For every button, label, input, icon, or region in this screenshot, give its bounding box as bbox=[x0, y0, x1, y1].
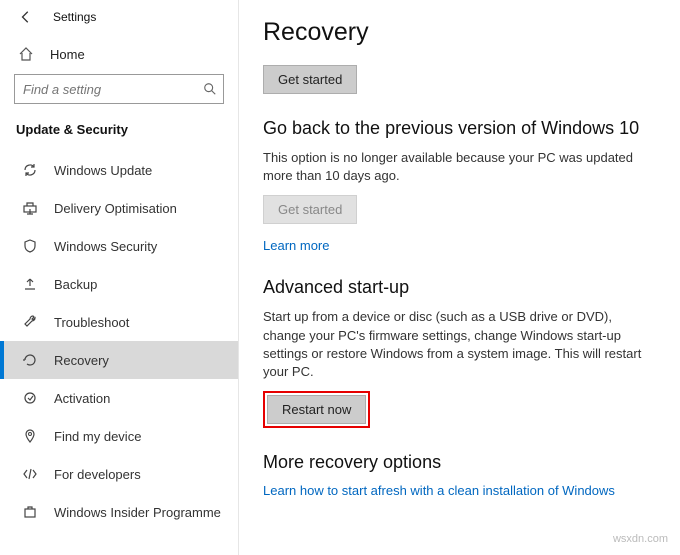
watermark: wsxdn.com bbox=[613, 533, 668, 545]
sidebar-nav: Windows Update Delivery Optimisation Win… bbox=[0, 151, 238, 531]
clean-install-link[interactable]: Learn how to start afresh with a clean i… bbox=[263, 483, 615, 498]
developers-icon bbox=[22, 466, 38, 482]
main-content: Recovery Get started Go back to the prev… bbox=[239, 0, 680, 555]
titlebar: Settings bbox=[0, 10, 238, 38]
location-icon bbox=[22, 428, 38, 444]
restart-now-highlight: Restart now bbox=[263, 391, 370, 428]
sync-icon bbox=[22, 162, 38, 178]
home-link[interactable]: Home bbox=[0, 38, 238, 74]
sidebar-item-label: Windows Insider Programme bbox=[54, 505, 221, 520]
sidebar-item-label: Backup bbox=[54, 277, 97, 292]
insider-icon bbox=[22, 504, 38, 520]
delivery-icon bbox=[22, 200, 38, 216]
search-input[interactable] bbox=[23, 82, 203, 97]
get-started-button[interactable]: Get started bbox=[263, 65, 357, 94]
sidebar-item-windows-update[interactable]: Windows Update bbox=[0, 151, 238, 189]
sidebar-item-backup[interactable]: Backup bbox=[0, 265, 238, 303]
search-input-wrap[interactable] bbox=[14, 74, 224, 104]
search-icon bbox=[203, 82, 217, 96]
sidebar-item-label: Activation bbox=[54, 391, 110, 406]
recovery-icon bbox=[22, 352, 38, 368]
sidebar-item-recovery[interactable]: Recovery bbox=[0, 341, 238, 379]
sidebar: Settings Home Update & Security Windows … bbox=[0, 0, 239, 555]
sidebar-item-label: Find my device bbox=[54, 429, 141, 444]
sidebar-item-label: Recovery bbox=[54, 353, 109, 368]
sidebar-item-troubleshoot[interactable]: Troubleshoot bbox=[0, 303, 238, 341]
restart-now-button[interactable]: Restart now bbox=[267, 395, 366, 424]
sidebar-item-find-my-device[interactable]: Find my device bbox=[0, 417, 238, 455]
goback-body: This option is no longer available becau… bbox=[263, 149, 643, 185]
more-recovery-heading: More recovery options bbox=[263, 452, 656, 473]
back-arrow-icon[interactable] bbox=[19, 10, 33, 24]
page-title: Recovery bbox=[263, 18, 656, 47]
sidebar-section-header: Update & Security bbox=[0, 118, 238, 151]
home-label: Home bbox=[50, 47, 85, 62]
advanced-body: Start up from a device or disc (such as … bbox=[263, 308, 643, 381]
sidebar-item-label: Troubleshoot bbox=[54, 315, 129, 330]
sidebar-item-label: Windows Update bbox=[54, 163, 152, 178]
sidebar-item-label: Windows Security bbox=[54, 239, 157, 254]
shield-icon bbox=[22, 238, 38, 254]
advanced-heading: Advanced start-up bbox=[263, 277, 656, 298]
wrench-icon bbox=[22, 314, 38, 330]
titlebar-label: Settings bbox=[53, 10, 96, 24]
sidebar-item-label: For developers bbox=[54, 467, 141, 482]
sidebar-item-activation[interactable]: Activation bbox=[0, 379, 238, 417]
home-icon bbox=[18, 46, 34, 62]
learn-more-link[interactable]: Learn more bbox=[263, 238, 329, 253]
goback-heading: Go back to the previous version of Windo… bbox=[263, 118, 656, 139]
backup-icon bbox=[22, 276, 38, 292]
activation-icon bbox=[22, 390, 38, 406]
sidebar-item-label: Delivery Optimisation bbox=[54, 201, 177, 216]
sidebar-item-windows-security[interactable]: Windows Security bbox=[0, 227, 238, 265]
sidebar-item-delivery-optimisation[interactable]: Delivery Optimisation bbox=[0, 189, 238, 227]
sidebar-item-insider-programme[interactable]: Windows Insider Programme bbox=[0, 493, 238, 531]
goback-get-started-button: Get started bbox=[263, 195, 357, 224]
sidebar-item-for-developers[interactable]: For developers bbox=[0, 455, 238, 493]
